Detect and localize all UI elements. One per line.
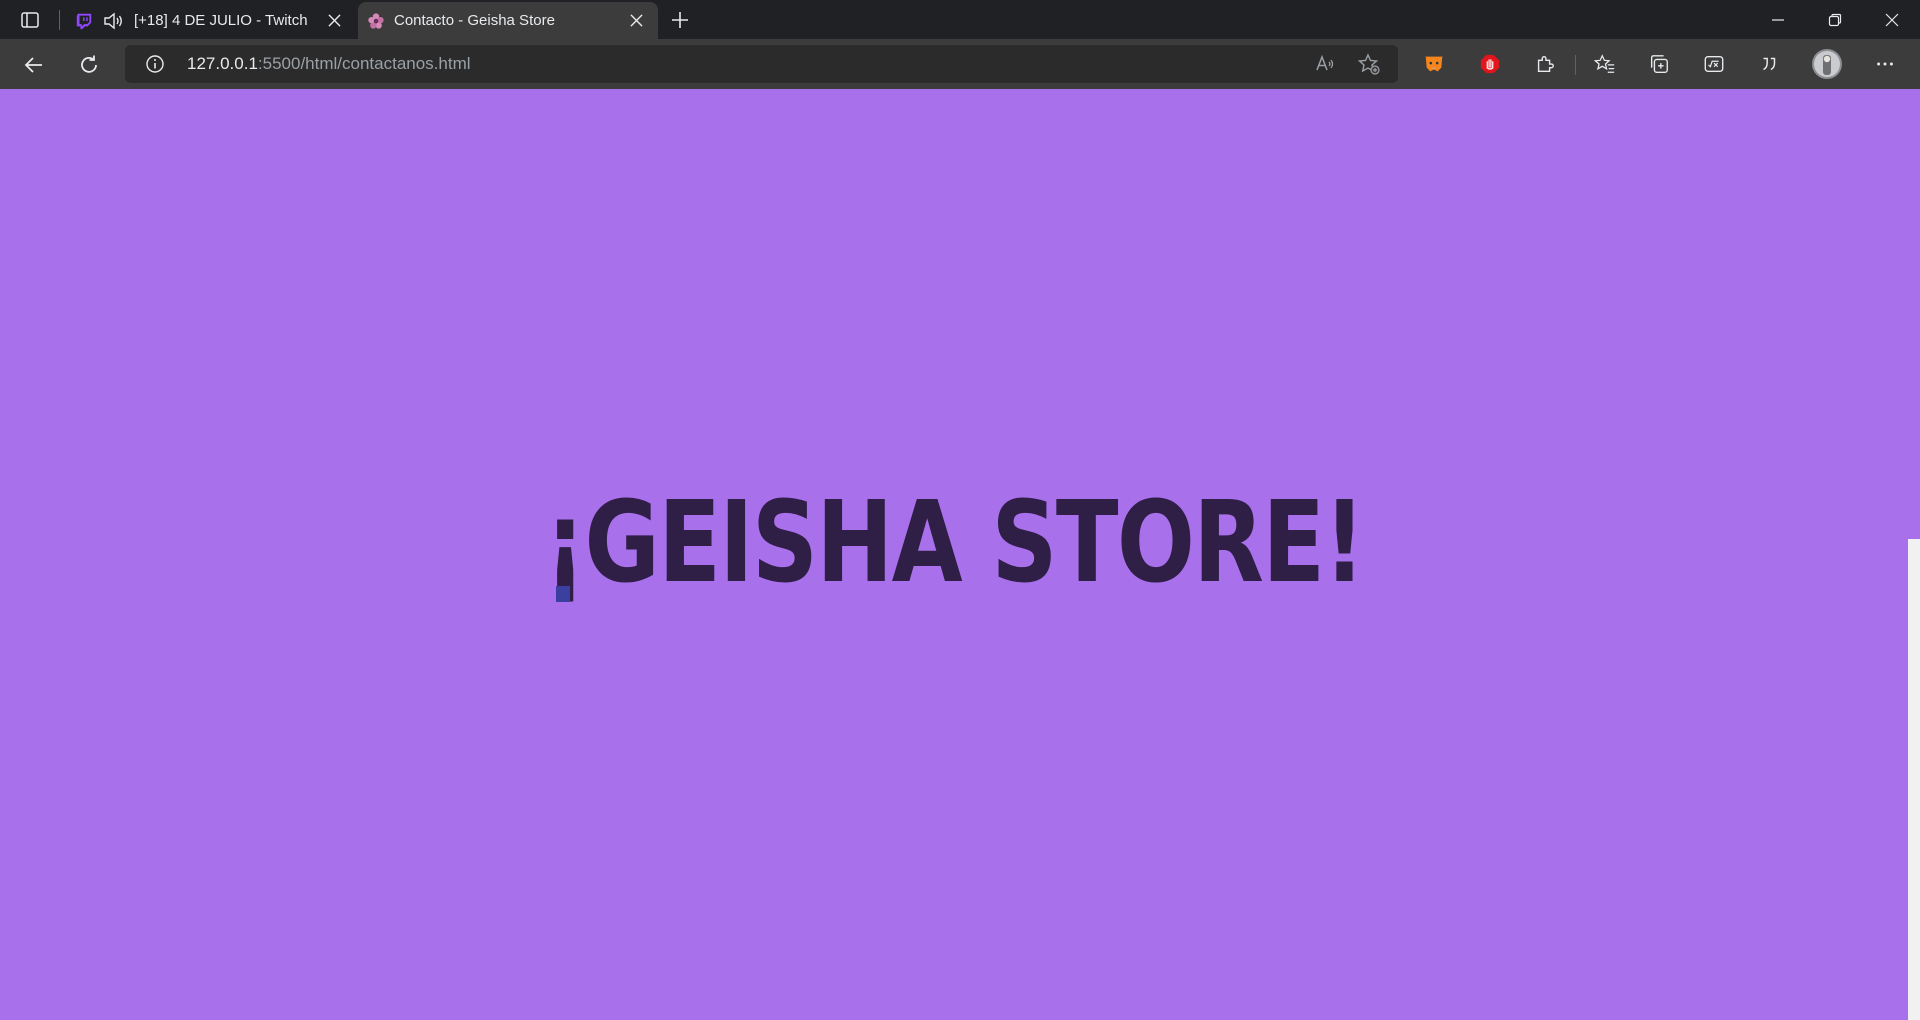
reload-icon[interactable]: [73, 49, 105, 81]
text-selection-caret: [556, 586, 570, 602]
add-favorite-icon[interactable]: [1358, 53, 1380, 75]
profile-avatar[interactable]: [1812, 49, 1842, 79]
tab-title: [+18] 4 DE JULIO - Twitch: [134, 12, 308, 29]
window-close-icon[interactable]: [1863, 0, 1920, 39]
tab-contacto[interactable]: Contacto - Geisha Store: [358, 2, 658, 39]
restore-icon[interactable]: [1806, 0, 1863, 39]
site-info-icon[interactable]: [145, 54, 165, 74]
page-viewport: ¡GEISHA STORE!: [0, 89, 1908, 1020]
new-tab-icon[interactable]: [666, 6, 694, 34]
close-icon[interactable]: [322, 9, 346, 33]
tab-title: Contacto - Geisha Store: [394, 12, 555, 29]
scrollbar-thumb[interactable]: [1908, 89, 1920, 539]
window-controls: [1749, 0, 1920, 39]
close-icon[interactable]: [624, 9, 648, 33]
url-text[interactable]: 127.0.0.1:5500/html/contactanos.html: [187, 54, 471, 74]
url-host: 127.0.0.1: [187, 54, 258, 73]
tab-actions-icon[interactable]: [16, 8, 44, 32]
minimize-icon[interactable]: [1749, 0, 1806, 39]
geisha-flower-icon: [366, 11, 386, 31]
back-arrow-icon[interactable]: [18, 49, 50, 81]
audio-playing-icon[interactable]: [102, 10, 124, 32]
extensions-icon[interactable]: [1532, 51, 1558, 77]
toolbar-divider: [1575, 55, 1576, 75]
url-path: :5500/html/contactanos.html: [257, 54, 471, 73]
browser-toolbar: 127.0.0.1:5500/html/contactanos.html: [0, 39, 1920, 89]
metamask-icon[interactable]: [1421, 51, 1447, 77]
tab-strip: [+18] 4 DE JULIO - Twitch Contacto - Gei…: [0, 0, 1920, 39]
adblock-icon[interactable]: [1477, 51, 1503, 77]
tab-twitch[interactable]: [+18] 4 DE JULIO - Twitch: [66, 2, 356, 39]
more-menu-icon[interactable]: [1872, 51, 1898, 77]
math-solver-icon[interactable]: [1701, 51, 1727, 77]
tab-separator: [59, 10, 60, 30]
read-aloud-icon[interactable]: [1314, 53, 1336, 75]
page-scrollbar[interactable]: [1908, 89, 1920, 1020]
hero-title: ¡GEISHA STORE!: [544, 478, 1365, 608]
collections-icon[interactable]: [1646, 51, 1672, 77]
browser-window: [+18] 4 DE JULIO - Twitch Contacto - Gei…: [0, 0, 1920, 1020]
address-bar[interactable]: 127.0.0.1:5500/html/contactanos.html: [125, 45, 1398, 83]
quote-icon[interactable]: [1756, 51, 1782, 77]
twitch-icon: [74, 11, 94, 31]
favorites-icon[interactable]: [1592, 51, 1618, 77]
